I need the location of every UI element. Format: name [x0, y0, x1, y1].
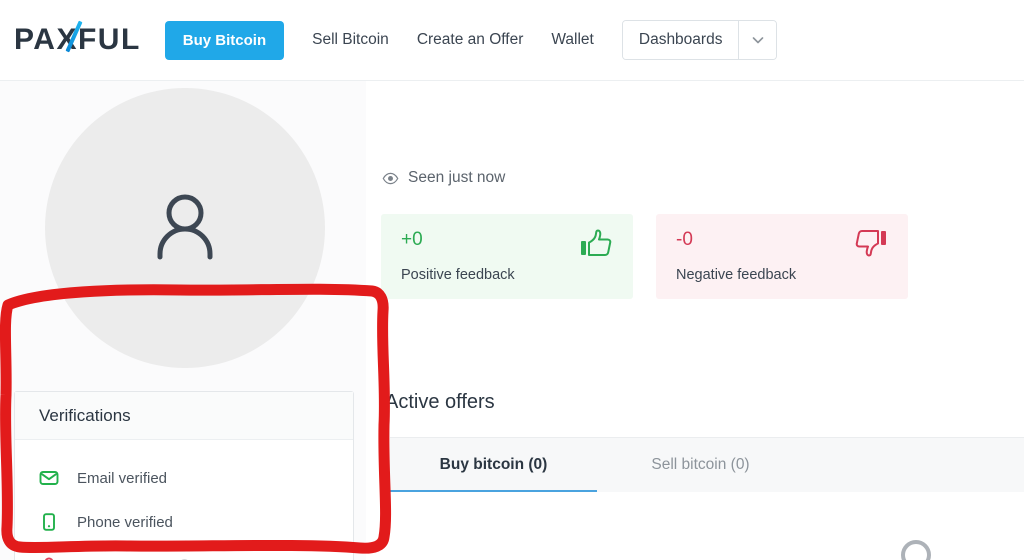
- positive-feedback-label: Positive feedback: [401, 267, 515, 283]
- thumbs-down-icon: [854, 228, 888, 265]
- person-icon: [44, 557, 54, 560]
- site-header: PAXFUL Buy Bitcoin Sell Bitcoin Create a…: [0, 0, 1024, 81]
- nav-wallet[interactable]: Wallet: [551, 31, 594, 49]
- page-root: PAXFUL Buy Bitcoin Sell Bitcoin Create a…: [0, 0, 1024, 560]
- user-avatar-icon: [157, 194, 213, 260]
- thumbs-up-icon: [579, 228, 613, 265]
- verifications-title: Verifications: [39, 405, 131, 425]
- avatar[interactable]: [45, 88, 325, 368]
- verification-item-phone: Phone verified: [15, 500, 353, 544]
- last-seen-text: Seen just now: [408, 169, 506, 186]
- negative-feedback-card: -0 Negative feedback: [656, 214, 908, 299]
- last-seen-row: Seen just now: [382, 169, 505, 187]
- verification-item-id: ID not verified ?: [15, 544, 353, 560]
- verification-text-phone: Phone verified: [77, 513, 173, 531]
- page-body: Seen just now +0 Positive feedback -0 Ne…: [0, 81, 1024, 560]
- active-offers-title: Active offers: [385, 391, 495, 413]
- dashboards-label[interactable]: Dashboards: [622, 21, 739, 59]
- verification-label-phone: Phone verified: [77, 514, 173, 531]
- offers-empty-state: No active buy offers: [760, 536, 1024, 560]
- envelope-icon: [39, 471, 59, 485]
- paxful-logo[interactable]: PAXFUL: [14, 20, 141, 55]
- tab-sell-bitcoin[interactable]: Sell bitcoin (0): [597, 438, 804, 492]
- eye-icon: [382, 172, 399, 184]
- magnifier-icon: [901, 540, 931, 560]
- verification-label-email: Email verified: [77, 470, 167, 487]
- dashboards-dropdown[interactable]: Dashboards: [621, 20, 778, 60]
- negative-feedback-label: Negative feedback: [676, 267, 797, 283]
- verifications-card: Verifications Email verified Phone verif…: [14, 391, 354, 560]
- chevron-down-icon[interactable]: [738, 21, 777, 59]
- verification-item-email: Email verified: [15, 456, 353, 500]
- offers-tabbar: Buy bitcoin (0) Sell bitcoin (0): [390, 437, 1024, 492]
- nav-create-an-offer[interactable]: Create an Offer: [417, 31, 524, 49]
- nav-sell-bitcoin[interactable]: Sell Bitcoin: [312, 31, 389, 49]
- buy-bitcoin-button[interactable]: Buy Bitcoin: [164, 20, 285, 60]
- verification-text-email: Email verified: [77, 469, 168, 487]
- tab-buy-bitcoin[interactable]: Buy bitcoin (0): [390, 438, 597, 492]
- positive-feedback-card: +0 Positive feedback: [381, 214, 633, 299]
- verifications-list: Email verified Phone verified: [15, 440, 353, 560]
- mobile-phone-icon: [43, 513, 55, 531]
- verifications-header: Verifications: [15, 392, 353, 440]
